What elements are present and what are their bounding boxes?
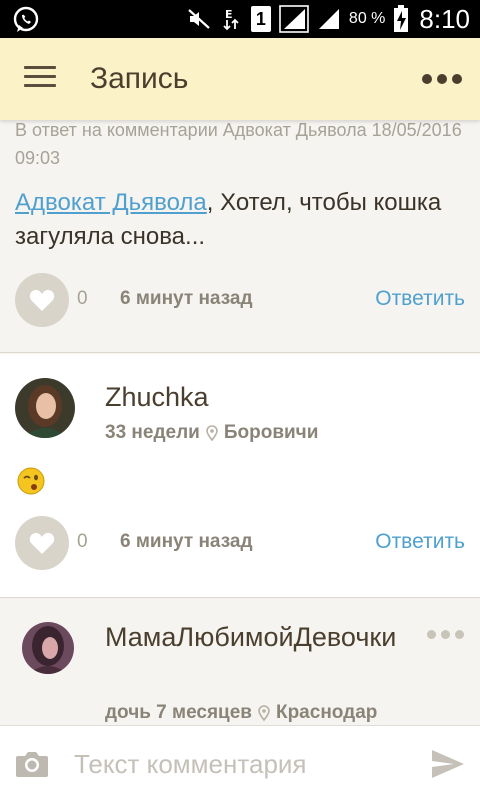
avatar[interactable] — [22, 622, 74, 674]
status-bar: E 1 80 % 8:10 — [0, 0, 480, 38]
comment-time: 6 минут назад — [120, 531, 253, 552]
page-title: Запись — [90, 62, 189, 95]
reply-to-info: В ответ на комментарии Адвокат Дьявола 1… — [15, 120, 462, 168]
mention-link[interactable]: Адвокат Дьявола — [15, 189, 207, 216]
author-meta: дочь 7 месяцев Краснодар — [105, 702, 377, 724]
comment-actions: 0 6 минут назад Ответить — [15, 516, 465, 570]
author-name[interactable]: МамаЛюбимойДевочки — [105, 618, 425, 656]
reply-button[interactable]: Ответить — [375, 530, 465, 554]
signal-icon — [318, 9, 339, 29]
comments-list[interactable]: В ответ на комментарии Адвокат Дьявола 1… — [0, 120, 480, 725]
heart-icon — [29, 532, 55, 554]
comment-item: В ответ на комментарии Адвокат Дьявола 1… — [0, 120, 480, 353]
reply-button[interactable]: Ответить — [375, 287, 465, 311]
clock: 8:10 — [419, 3, 470, 34]
comment-time: 6 минут назад — [120, 288, 253, 309]
author-meta: 33 недели Боровичи — [105, 422, 318, 444]
mute-icon — [188, 9, 210, 29]
battery-percent: 80 % — [348, 10, 386, 27]
like-button[interactable] — [15, 516, 69, 570]
comment-actions: 0 6 минут назад Ответить — [15, 273, 465, 327]
camera-icon[interactable] — [15, 749, 49, 779]
avatar[interactable] — [15, 378, 75, 438]
comment-input[interactable] — [74, 740, 404, 788]
send-icon[interactable] — [430, 748, 466, 780]
signal-icon — [279, 5, 309, 33]
comment-more-options-icon[interactable] — [427, 630, 464, 639]
hamburger-menu-icon[interactable] — [24, 66, 56, 92]
winking-face-emoji-icon — [17, 467, 45, 495]
comment-input-bar — [0, 725, 480, 800]
comment-item: Zhuchka 33 недели Боровичи 0 6 минут наз… — [0, 354, 480, 598]
svg-text:E: E — [225, 8, 233, 21]
data-transfer-icon: E — [223, 8, 239, 31]
city: Краснодар — [275, 702, 378, 723]
comment-item: МамаЛюбимойДевочки дочь 7 месяцев Красно… — [0, 598, 480, 725]
author-name[interactable]: Zhuchka — [105, 382, 209, 413]
battery-charging-icon — [394, 5, 409, 32]
child-age: 33 недели — [105, 422, 200, 443]
whatsapp-icon — [13, 6, 39, 32]
more-options-icon[interactable] — [422, 74, 462, 84]
like-count: 0 — [77, 288, 88, 309]
location-pin-icon — [206, 425, 218, 441]
child-age: дочь 7 месяцев — [105, 702, 252, 723]
sim-indicator: 1 — [250, 6, 271, 32]
city: Боровичи — [223, 422, 319, 443]
heart-icon — [29, 289, 55, 311]
location-pin-icon — [258, 705, 270, 721]
comment-text: Адвокат Дьявола, Хотел, чтобы кошка загу… — [15, 186, 465, 254]
app-bar: Запись — [0, 38, 480, 120]
like-count: 0 — [77, 531, 88, 552]
like-button[interactable] — [15, 273, 69, 327]
